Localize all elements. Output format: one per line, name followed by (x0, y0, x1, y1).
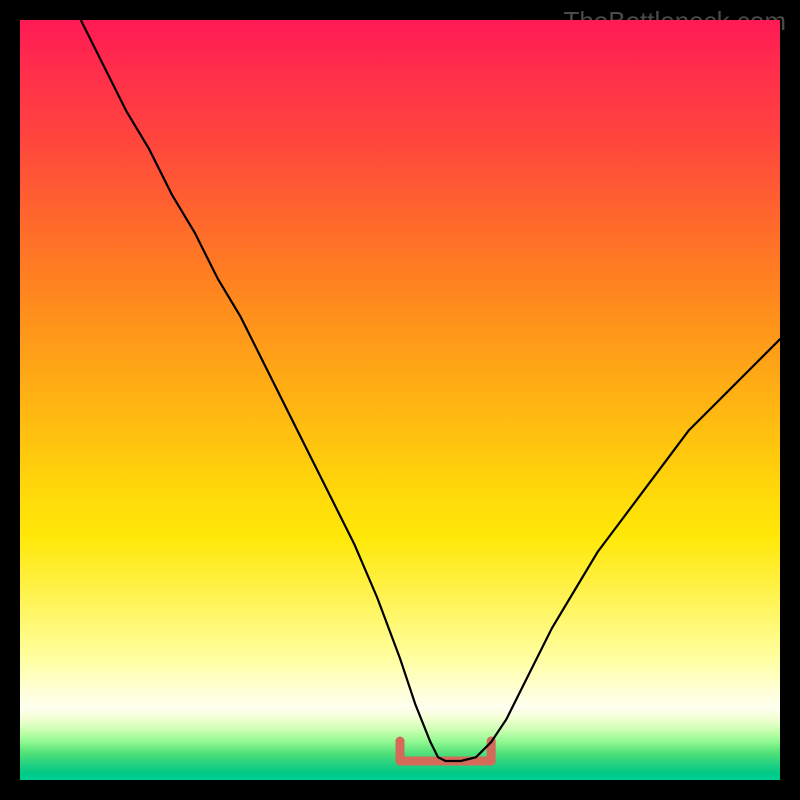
plot-area (20, 20, 780, 780)
chart-svg (20, 20, 780, 780)
chart-frame: TheBottleneck.com (0, 0, 800, 800)
bottom-marker (400, 741, 491, 761)
bottleneck-curve (81, 20, 780, 761)
